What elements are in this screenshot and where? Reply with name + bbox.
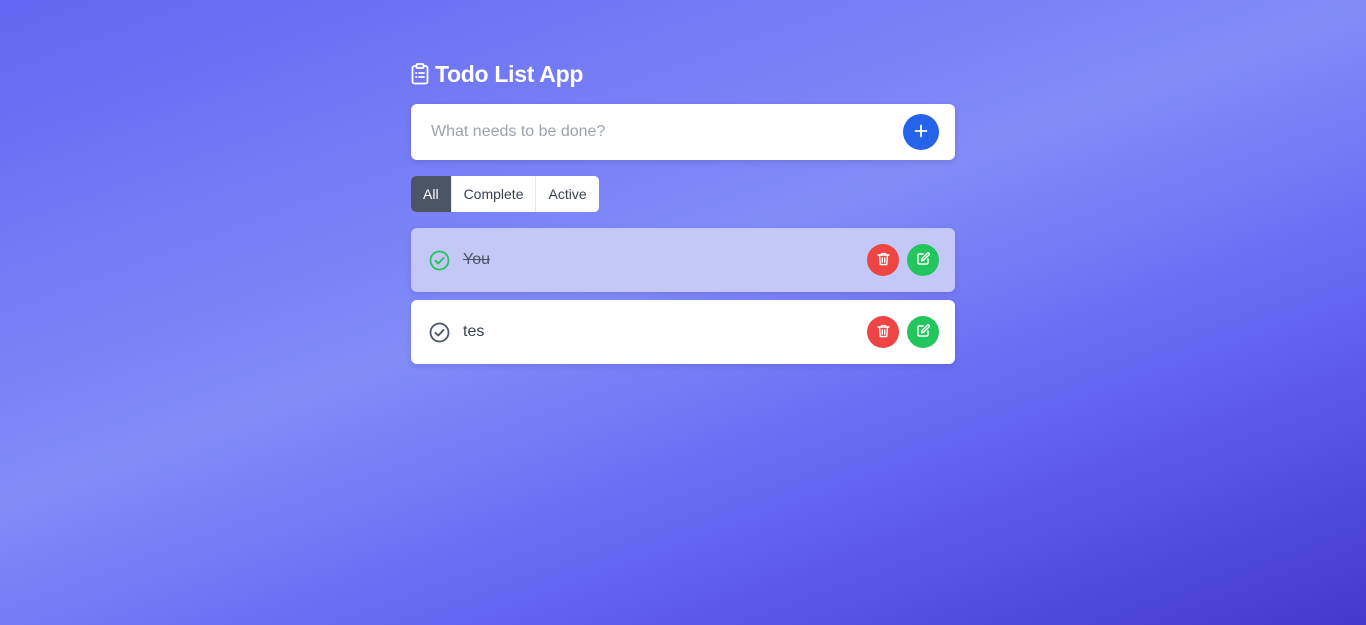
- filter-all-button[interactable]: All: [411, 176, 452, 212]
- filter-tabs: All Complete Active: [411, 176, 599, 212]
- new-todo-input[interactable]: [431, 123, 903, 141]
- check-circle-icon[interactable]: [428, 249, 450, 271]
- edit-icon: [916, 252, 930, 268]
- page-title: Todo List App: [435, 60, 584, 87]
- new-todo-form: [411, 104, 955, 160]
- todo-actions: [867, 316, 939, 348]
- plus-icon: [914, 124, 928, 141]
- delete-todo-button[interactable]: [867, 244, 899, 276]
- trash-icon: [876, 324, 890, 341]
- edit-icon: [916, 324, 930, 340]
- filter-active-button[interactable]: Active: [536, 176, 599, 212]
- todo-item: You: [411, 228, 955, 292]
- todo-item: tes: [411, 300, 955, 364]
- add-todo-button[interactable]: [903, 114, 939, 150]
- trash-icon: [876, 252, 890, 269]
- delete-todo-button[interactable]: [867, 316, 899, 348]
- todo-app: Todo List App All Complete Active You: [411, 58, 955, 364]
- clipboard-list-icon: [411, 63, 429, 85]
- todo-text: You: [463, 251, 490, 268]
- todo-text: tes: [463, 323, 485, 340]
- app-header: Todo List App: [411, 58, 955, 90]
- todo-actions: [867, 244, 939, 276]
- check-circle-icon[interactable]: [428, 321, 450, 343]
- edit-todo-button[interactable]: [907, 316, 939, 348]
- filter-complete-button[interactable]: Complete: [451, 176, 537, 212]
- edit-todo-button[interactable]: [907, 244, 939, 276]
